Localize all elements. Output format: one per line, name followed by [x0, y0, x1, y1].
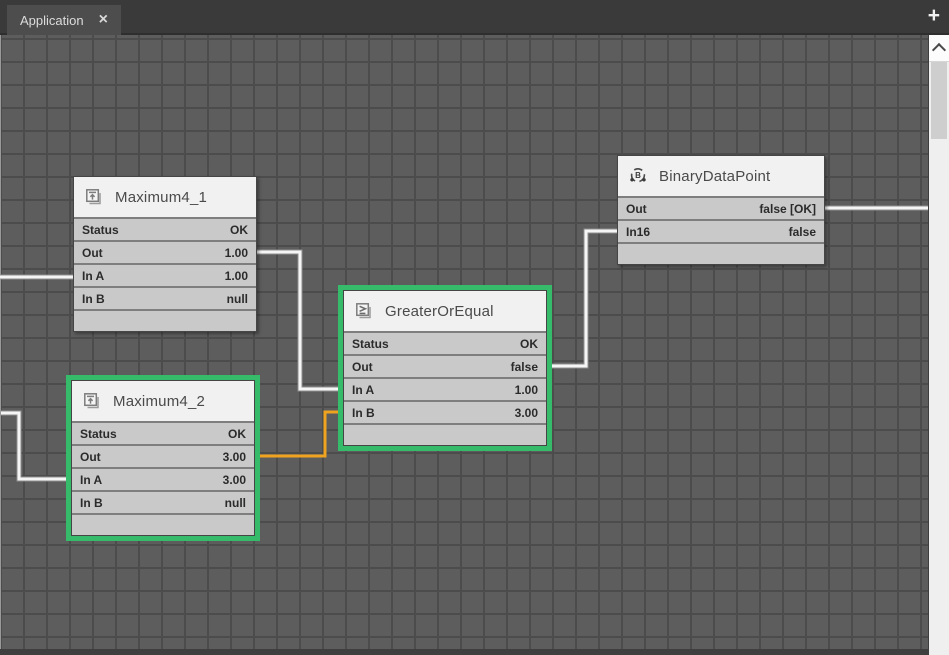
block-greaterorequal[interactable]: GreaterOrEqualStatusOKOutfalseIn A1.00In… [343, 290, 547, 446]
close-icon[interactable]: × [99, 12, 108, 28]
block-title: Maximum4_2 [113, 393, 205, 410]
port-row-out[interactable]: Out 1.00 [74, 242, 256, 265]
port-label: In A [80, 473, 102, 487]
block-maximum4_1[interactable]: Maximum4_1 Status OK Out 1.00 In A 1.00 In B nul… [73, 176, 257, 332]
port-label: Out [82, 246, 103, 260]
port-value: 1.00 [225, 269, 248, 283]
port-row-out[interactable]: Out false [OK] [618, 198, 824, 221]
port-value: false [511, 360, 538, 374]
svg-text:B: B [635, 171, 641, 180]
block-header[interactable]: GreaterOrEqual [344, 291, 546, 333]
port-row-status[interactable]: Status OK [344, 333, 546, 356]
port-value: null [225, 496, 246, 510]
port-row-in-a[interactable]: In A 1.00 [74, 265, 256, 288]
block-footer [344, 425, 546, 445]
scroll-up-button[interactable] [929, 35, 949, 62]
port-row-out[interactable]: Out false [344, 356, 546, 379]
port-label: Status [80, 427, 117, 441]
port-value: 1.00 [515, 383, 538, 397]
block-maximum4_2[interactable]: Maximum4_2 Status OK Out 3.00 In A 3.00 In B nul… [71, 380, 255, 536]
block-binarydatapoint[interactable]: B BinaryDataPoint Out false [OK] In16 false [617, 155, 825, 265]
binary-point-icon: B [628, 166, 648, 186]
port-value: false [789, 225, 816, 239]
port-value: 1.00 [225, 246, 248, 260]
port-label: In B [80, 496, 103, 510]
port-row-in-a[interactable]: In A 1.00 [344, 379, 546, 402]
port-row-in16[interactable]: In16 false [618, 221, 824, 244]
port-value: OK [230, 223, 248, 237]
port-value: OK [520, 337, 538, 351]
port-row-in-a[interactable]: In A 3.00 [72, 469, 254, 492]
block-title: BinaryDataPoint [659, 168, 770, 185]
block-header[interactable]: B BinaryDataPoint [618, 156, 824, 198]
block-footer [72, 515, 254, 535]
port-label: In16 [626, 225, 650, 239]
tab-bar: Application × + [0, 0, 949, 35]
port-label: In A [82, 269, 104, 283]
port-label: Out [626, 202, 647, 216]
block-footer [618, 244, 824, 264]
tab-label: Application [20, 13, 84, 28]
chevron-up-icon [932, 43, 946, 57]
block-title: GreaterOrEqual [385, 303, 494, 320]
port-value: 3.00 [223, 473, 246, 487]
port-label: Status [352, 337, 389, 351]
canvas-bottom-edge [0, 649, 928, 655]
port-value: OK [228, 427, 246, 441]
block-header[interactable]: Maximum4_2 [72, 381, 254, 423]
port-label: In A [352, 383, 374, 397]
port-row-status[interactable]: Status OK [74, 219, 256, 242]
port-label: In B [82, 292, 105, 306]
port-value: 3.00 [515, 406, 538, 420]
port-row-in-b[interactable]: In B null [72, 492, 254, 515]
greater-or-equal-icon [354, 301, 374, 321]
maximum-icon [82, 391, 102, 411]
port-row-out[interactable]: Out 3.00 [72, 446, 254, 469]
port-row-in-b[interactable]: In B 3.00 [344, 402, 546, 425]
tab-application[interactable]: Application × [7, 5, 121, 35]
port-row-in-b[interactable]: In B null [74, 288, 256, 311]
port-label: In B [352, 406, 375, 420]
vertical-scrollbar[interactable] [928, 35, 949, 655]
port-label: Out [352, 360, 373, 374]
port-label: Out [80, 450, 101, 464]
wire-sheet-window: Maximum4_1 Status OK Out 1.00 In A 1.00 In B nul… [0, 0, 949, 655]
port-label: Status [82, 223, 119, 237]
port-value: null [227, 292, 248, 306]
port-row-status[interactable]: Status OK [72, 423, 254, 446]
scrollbar-thumb[interactable] [931, 62, 947, 139]
new-tab-button[interactable]: + [928, 1, 940, 31]
port-value: 3.00 [223, 450, 246, 464]
block-title: Maximum4_1 [115, 189, 207, 206]
block-header[interactable]: Maximum4_1 [74, 177, 256, 219]
block-footer [74, 311, 256, 331]
port-value: false [OK] [759, 202, 816, 216]
maximum-icon [84, 187, 104, 207]
